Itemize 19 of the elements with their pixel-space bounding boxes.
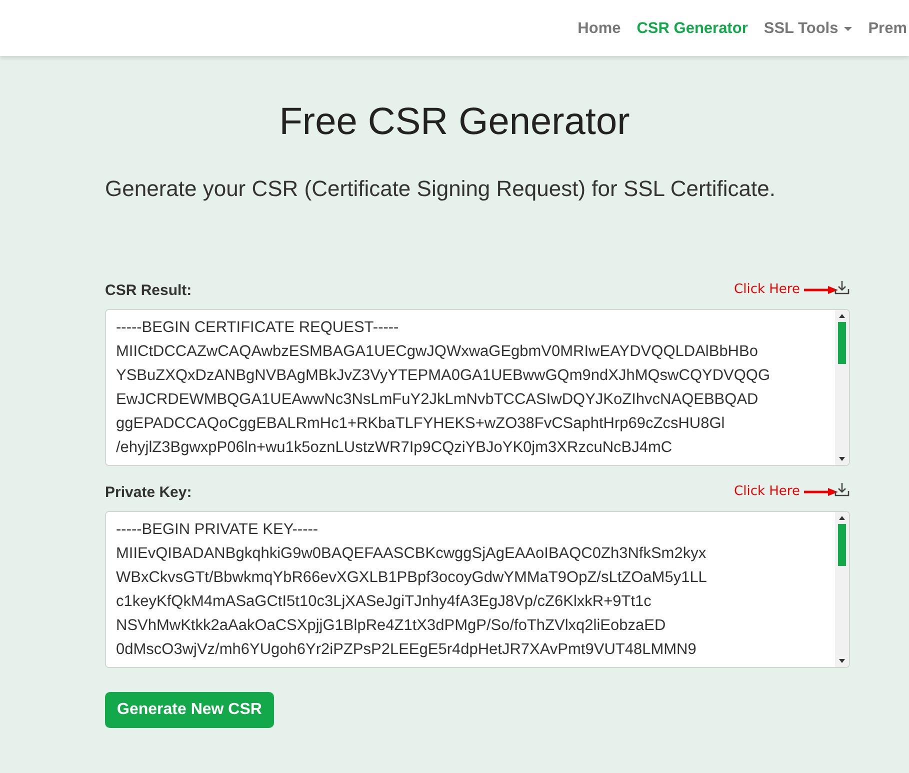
scrollbar[interactable] (835, 310, 849, 465)
pointer-arrow (804, 286, 838, 294)
page-title: Free CSR Generator (278, 100, 631, 144)
scrollbar[interactable] (835, 512, 849, 667)
click-here-note: Click Here (734, 282, 800, 297)
pointer-arrow (804, 488, 838, 496)
download-icon[interactable] (834, 280, 850, 295)
nav-link[interactable]: Prem (868, 20, 907, 38)
generate-button[interactable]: Generate New CSR (105, 692, 274, 728)
text-area[interactable]: -----BEGIN CERTIFICATE REQUEST----- MIICtDCCAZwCAQAwbzESMBAGA1UECgwJQWxwaGEgbmV0MRIwEAYDVQQLDAlBbHBo YSBuZXQxDzANBgNVBAgMBkJvZ3VyYTEPMA0GA1UEBwwGQm9ndXJhMQswCQYDVQQG EwJCRDEWMBQGA1UEAwwNc3NsLmFuY2JkLmNvbTCCASIwDQYJKoZIhvcNAQEBBQAD ggEPADCCAQoCggEBALRmHc1+RKbaTLFYHEKS+wZO38FvCSaphtHrp69cZcsHU8Gl /ehyjlZ3BgwxpP06ln+wu1k5oznLUstzWR7Ip9CQziYBJoYK0jm3XRzcuNcBJ4mC (105, 309, 850, 466)
page-subtitle: Generate your CSR (Certificate Signing Request) for SSL Certificate. (105, 175, 776, 203)
field-label: Private Key: (105, 484, 192, 501)
text-area[interactable]: -----BEGIN PRIVATE KEY----- MIIEvQIBADANBgkqhkiG9w0BAQEFAASCBKcwggSjAgEAAoIBAQC0Zh3NfkSm2kyx WBxCkvsGTt/BbwkmqYbR66evXGXLB1PBpf3ocoyGdwYMMaT9OpZ/sLtZOaM5y1LL c1keyKfQkM4mASaGCtI5t10c3LjXASeJgiTJnhy4fA3EgJ8Vp/cZ6KlxkR+9Tt1c NSVhMwKtkk2aAakOaCSXpjjG1BlpRe4Z1tX3dPMgP/So/foThZVlxq2liEobzaED 0dMscO3wjVz/mh6YUgoh6Yr2iPZPsP2LEEgE5r4dpHetJR7XAvPmt9VUT48LMMN9 (105, 511, 850, 668)
click-here-note: Click Here (734, 484, 800, 499)
field-label: CSR Result: (105, 282, 192, 299)
nav-link[interactable]: CSR Generator (636, 20, 748, 38)
nav-link[interactable]: Home (578, 20, 621, 38)
nav-link[interactable]: SSL Tools (764, 20, 852, 38)
download-icon[interactable] (834, 482, 850, 497)
